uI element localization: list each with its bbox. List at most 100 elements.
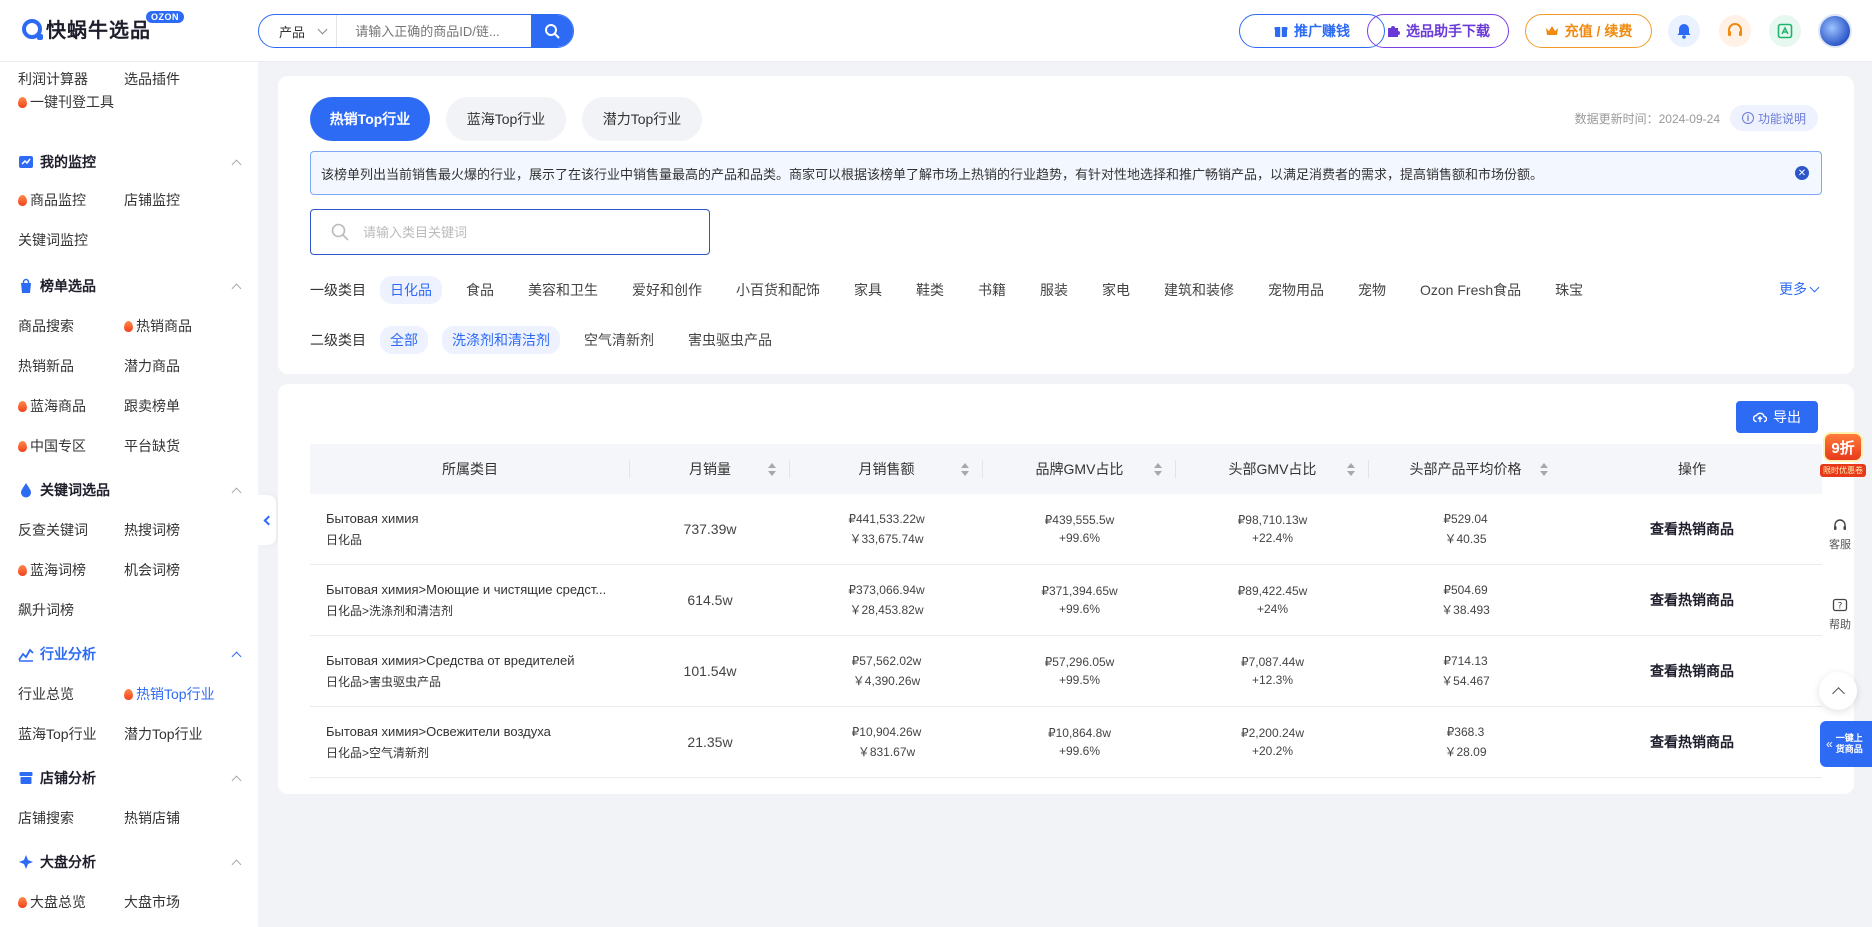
sidebar-item-industry-overview[interactable]: 行业总览 (18, 684, 124, 704)
sidebar-item-rising-words[interactable]: 飙升词榜 (18, 600, 124, 620)
sidebar-group-monitor[interactable]: 我的监控 (18, 152, 242, 172)
function-description-button[interactable]: i 功能说明 (1729, 105, 1818, 131)
col-brand-gmv[interactable]: 品牌GMV占比 (983, 444, 1176, 494)
chip-level1[interactable]: 家具 (844, 276, 892, 304)
chip-level1[interactable]: 食品 (456, 276, 504, 304)
discount-badge[interactable]: 9折 限时优惠卷 (1818, 432, 1868, 486)
sidebar-item-potential-products[interactable]: 潜力商品 (124, 356, 230, 376)
sidebar-item-blue-ocean-products[interactable]: 蓝海商品 (18, 396, 124, 416)
chip-level2[interactable]: 害虫驱虫产品 (678, 326, 782, 354)
sidebar-item-product-monitor[interactable]: 商品监控 (18, 190, 124, 210)
chip-level1[interactable]: 爱好和创作 (622, 276, 712, 304)
sidebar-item-product-search[interactable]: 商品搜索 (18, 316, 124, 336)
col-head-gmv[interactable]: 头部GMV占比 (1176, 444, 1369, 494)
col-monthly-sales[interactable]: 月销量 (630, 444, 790, 494)
sort-icon[interactable] (1154, 462, 1162, 476)
col-head-avg-price[interactable]: 头部产品平均价格 (1369, 444, 1562, 494)
sidebar-item-follow-sell[interactable]: 跟卖榜单 (124, 396, 230, 416)
sidebar-item-hot-search-words[interactable]: 热搜词榜 (124, 520, 230, 540)
sidebar-item-out-of-stock[interactable]: 平台缺货 (124, 436, 230, 456)
view-hot-products-link[interactable]: 查看热销商品 (1650, 732, 1734, 752)
customer-service-button[interactable] (1719, 15, 1751, 47)
chip-level1[interactable]: 宠物用品 (1258, 276, 1334, 304)
tab-blue-ocean-top-industry[interactable]: 蓝海Top行业 (446, 97, 566, 141)
view-hot-products-link[interactable]: 查看热销商品 (1650, 590, 1734, 610)
notification-button[interactable] (1668, 15, 1700, 47)
tab-potential-top-industry[interactable]: 潜力Top行业 (582, 97, 702, 141)
chip-level1[interactable]: 日化品 (380, 276, 442, 304)
category-search-input[interactable] (363, 224, 709, 240)
sidebar-item-one-click-publish[interactable]: 一键刊登工具 (18, 92, 178, 112)
sidebar-item-blue-ocean-top-industry[interactable]: 蓝海Top行业 (18, 724, 124, 744)
sidebar-group-industry[interactable]: 行业分析 (18, 644, 242, 664)
back-to-top-button[interactable] (1819, 672, 1857, 710)
sidebar-group-market[interactable]: 大盘分析 (18, 852, 242, 872)
chip-level1[interactable]: 珠宝 (1545, 276, 1593, 304)
sidebar-group-title: 我的监控 (40, 154, 96, 170)
sidebar-item-reverse-keyword[interactable]: 反查关键词 (18, 520, 124, 540)
close-icon[interactable]: ✕ (1795, 166, 1809, 180)
chip-level2[interactable]: 全部 (380, 326, 428, 354)
chip-level1[interactable]: 书籍 (968, 276, 1016, 304)
user-avatar[interactable] (1818, 14, 1852, 48)
sidebar-item-hot-new[interactable]: 热销新品 (18, 356, 124, 376)
sidebar-item-hot-shops[interactable]: 热销店铺 (124, 808, 230, 828)
chip-level1[interactable]: 鞋类 (906, 276, 954, 304)
sidebar-collapse-button[interactable] (258, 495, 276, 545)
sidebar-item-potential-top-industry[interactable]: 潜力Top行业 (124, 724, 230, 744)
app-button[interactable] (1769, 15, 1801, 47)
col-monthly-revenue[interactable]: 月销售额 (790, 444, 983, 494)
tab-hot-top-industry[interactable]: 热销Top行业 (310, 97, 430, 141)
sort-icon[interactable] (1540, 462, 1548, 476)
sidebar-item-shop-search[interactable]: 店铺搜索 (18, 808, 124, 828)
help-button[interactable]: ? 帮助 (1822, 598, 1858, 632)
sidebar-group-shop[interactable]: 店铺分析 (18, 768, 242, 788)
sidebar-item-plugin[interactable]: 选品插件 (124, 69, 230, 89)
chip-level2[interactable]: 洗涤剂和清洁剂 (442, 326, 560, 354)
one-click-listing-button[interactable]: « 一键上货商品 (1820, 721, 1872, 767)
sidebar-item-china-zone[interactable]: 中国专区 (18, 436, 124, 456)
search-button[interactable] (531, 15, 573, 47)
sidebar-item-shop-monitor[interactable]: 店铺监控 (124, 190, 230, 210)
sidebar-item-profit-calculator[interactable]: 利润计算器 (18, 69, 124, 89)
sidebar-item-hot-top-industry[interactable]: 热销Top行业 (124, 684, 230, 704)
chip-level1[interactable]: 小百货和配饰 (726, 276, 830, 304)
chip-level2[interactable]: 空气清新剂 (574, 326, 664, 354)
helper-download-button[interactable]: 选品助手下载 (1367, 14, 1509, 48)
sidebar-item-hot-products[interactable]: 热销商品 (124, 316, 230, 336)
chip-level1[interactable]: 建筑和装修 (1154, 276, 1244, 304)
col-label: 所属类目 (442, 461, 498, 477)
sidebar-group-keywords[interactable]: 关键词选品 (18, 480, 242, 500)
view-hot-products-link[interactable]: 查看热销商品 (1650, 661, 1734, 681)
sidebar-item-market-overview[interactable]: 大盘总览 (18, 892, 124, 912)
sidebar-group-rankings[interactable]: 榜单选品 (18, 276, 242, 296)
more-categories-button[interactable]: 更多 (1779, 279, 1820, 299)
export-button[interactable]: 导出 (1736, 401, 1818, 433)
sidebar-item-blue-ocean-words[interactable]: 蓝海词榜 (18, 560, 124, 580)
chip-level1[interactable]: 服装 (1030, 276, 1078, 304)
sort-icon[interactable] (961, 462, 969, 476)
service-button[interactable]: 客服 (1822, 518, 1858, 552)
view-hot-products-link[interactable]: 查看热销商品 (1650, 519, 1734, 539)
sidebar-item-keyword-monitor[interactable]: 关键词监控 (18, 230, 124, 250)
search-type-select[interactable]: 产品 (259, 15, 338, 47)
sort-icon[interactable] (768, 462, 776, 476)
chip-level1[interactable]: Ozon Fresh食品 (1410, 276, 1531, 304)
chip-level1[interactable]: 家电 (1092, 276, 1140, 304)
sidebar-item-opportunity-words[interactable]: 机会词榜 (124, 560, 230, 580)
chip-level1[interactable]: 宠物 (1348, 276, 1396, 304)
promo-button[interactable]: 推广赚钱 (1239, 14, 1385, 48)
app-icon (1777, 23, 1793, 39)
sort-icon[interactable] (1347, 462, 1355, 476)
category-cn: 日化品>空气清新剂 (326, 745, 430, 760)
sidebar-item-market[interactable]: 大盘市场 (124, 892, 230, 912)
logo[interactable]: 快蜗牛选品 OZON (22, 11, 184, 43)
chip-level1[interactable]: 美容和卫生 (518, 276, 608, 304)
search-input[interactable] (337, 15, 532, 47)
revenue-cny: ￥33,675.74w (849, 531, 924, 546)
avg-price-cny: ￥38.493 (1441, 602, 1490, 617)
help-label: 帮助 (1829, 619, 1851, 631)
recharge-button[interactable]: 充值 / 续费 (1525, 14, 1652, 48)
level1-label: 一级类目 (310, 282, 366, 298)
avg-price-rub: ₽529.04 (1443, 511, 1488, 526)
